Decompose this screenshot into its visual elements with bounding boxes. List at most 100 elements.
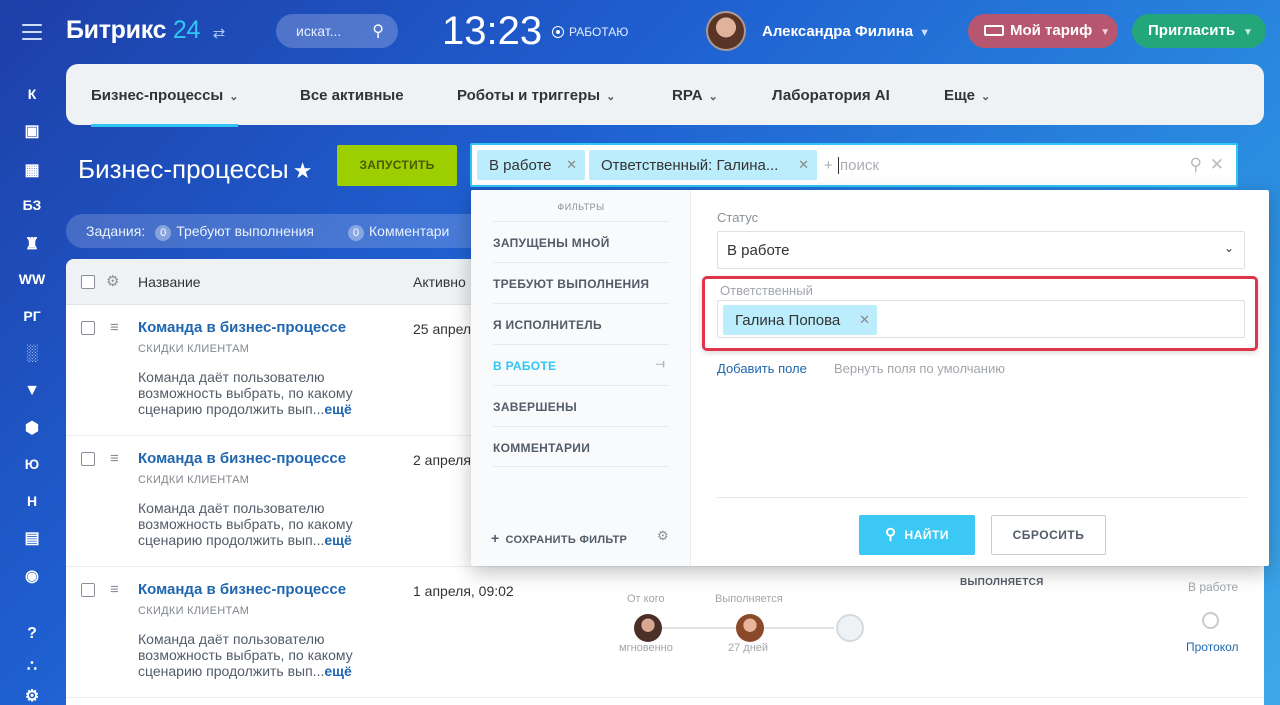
nav-rpa[interactable]: RPA ⌄ xyxy=(672,87,718,104)
sitemap-icon[interactable]: ∴ xyxy=(0,656,64,676)
protocol-link[interactable]: Протокол xyxy=(1186,640,1239,654)
filter-search-bar[interactable]: В работе ✕ Ответственный: Галина... ✕ + по… xyxy=(470,143,1238,187)
hexagon-icon[interactable]: ⬢ xyxy=(0,418,64,438)
row-title-link[interactable]: Команда в бизнес-процессе xyxy=(138,581,346,598)
close-icon[interactable]: ✕ xyxy=(859,312,870,328)
rail-item-k[interactable]: К xyxy=(0,86,64,102)
more-link[interactable]: ещё xyxy=(324,401,351,417)
column-name[interactable]: Название xyxy=(138,274,201,290)
search-icon[interactable]: ⚲ xyxy=(1190,155,1202,175)
star-icon[interactable]: ★ xyxy=(293,158,313,183)
status-value: В работе xyxy=(727,242,790,259)
more-link[interactable]: ещё xyxy=(324,532,351,548)
save-filter-button[interactable]: + СОХРАНИТЬ ФИЛЬТР xyxy=(491,530,627,546)
switch-icon[interactable]: ⇄ xyxy=(213,25,226,42)
preset-comments[interactable]: КОММЕНТАРИИ xyxy=(493,426,669,467)
nav-label: Бизнес-процессы xyxy=(91,87,224,104)
global-search[interactable]: искат... ⚲ xyxy=(276,14,398,48)
box-icon[interactable]: ▣ xyxy=(0,121,64,141)
drag-handle-icon[interactable]: ≡ xyxy=(110,319,119,336)
tasks-label: Задания: xyxy=(86,223,146,239)
gear-icon[interactable]: ⚙ xyxy=(106,272,119,290)
responsible-input[interactable]: Галина Попова ✕ xyxy=(717,300,1245,338)
status-select[interactable]: В работе ⌄ xyxy=(717,231,1245,269)
preset-started-by-me[interactable]: ЗАПУЩЕНЫ МНОЙ xyxy=(493,221,669,262)
search-input[interactable]: поиск xyxy=(838,157,879,174)
settings-icon[interactable]: ⚙ xyxy=(0,686,64,705)
add-field-link[interactable]: Добавить поле xyxy=(717,361,807,376)
funnel-icon[interactable]: ▼ xyxy=(0,382,64,400)
row-checkbox[interactable] xyxy=(81,583,95,597)
nav-robots-triggers[interactable]: Роботы и триггеры ⌄ xyxy=(457,87,615,104)
row-title-link[interactable]: Команда в бизнес-процессе xyxy=(138,450,346,467)
work-status[interactable]: РАБОТАЮ xyxy=(552,25,628,39)
preset-i-am-executor[interactable]: Я ИСПОЛНИТЕЛЬ xyxy=(493,303,669,344)
chevron-down-icon: ⌄ xyxy=(229,91,239,103)
filter-fields: Статус В работе ⌄ Ответственный Галина П… xyxy=(692,190,1269,566)
select-all-checkbox[interactable] xyxy=(81,275,95,289)
global-search-placeholder: искат... xyxy=(296,23,342,39)
nav-all-active[interactable]: Все активные xyxy=(300,87,404,104)
presentation-icon[interactable]: ▤ xyxy=(0,528,64,548)
drag-handle-icon[interactable]: ≡ xyxy=(110,450,119,467)
bank-icon[interactable]: ♜ xyxy=(0,234,64,254)
row-checkbox[interactable] xyxy=(81,452,95,466)
chip-label: Ответственный: Галина... xyxy=(601,157,779,174)
preset-in-work[interactable]: В РАБОТЕ ⟞ xyxy=(493,344,669,385)
drag-handle-icon[interactable]: ≡ xyxy=(110,581,119,598)
user-name: Александра Филина xyxy=(762,23,914,40)
rail-item-n[interactable]: Н xyxy=(0,493,64,509)
row-description-text: Команда даёт пользователю возможность вы… xyxy=(138,369,353,417)
help-icon[interactable]: ? xyxy=(0,625,64,643)
executor-avatar[interactable] xyxy=(736,614,764,642)
chip-label: В работе xyxy=(489,157,552,174)
row-checkbox[interactable] xyxy=(81,321,95,335)
rail-item-yu[interactable]: Ю xyxy=(0,456,64,472)
nav-ai-lab[interactable]: Лаборатория AI xyxy=(772,87,890,104)
clear-icon[interactable]: ✕ xyxy=(1210,155,1224,175)
find-button[interactable]: ⚲ НАЙТИ xyxy=(859,515,975,555)
user-menu[interactable]: Александра Филина ▼ xyxy=(762,23,930,40)
gear-icon[interactable]: ⚙ xyxy=(657,528,669,544)
sender-avatar[interactable] xyxy=(634,614,662,642)
close-icon[interactable]: ✕ xyxy=(798,157,809,173)
responsible-chip[interactable]: Галина Попова ✕ xyxy=(723,305,877,335)
invite-button[interactable]: Пригласить ▼ xyxy=(1132,14,1266,48)
row-title-link[interactable]: Команда в бизнес-процессе xyxy=(138,319,346,336)
nav-business-processes[interactable]: Бизнес-процессы ⌄ xyxy=(91,87,239,127)
preset-requires-action[interactable]: ТРЕБУЮТ ВЫПОЛНЕНИЯ xyxy=(493,262,669,303)
tasks-comments-link[interactable]: Комментари xyxy=(369,223,449,239)
rail-item-ww[interactable]: WW xyxy=(0,271,64,287)
tariff-button[interactable]: Мой тариф ▼ xyxy=(968,14,1118,48)
nav-label: Роботы и триггеры xyxy=(457,87,601,104)
calendar-icon[interactable]: ▦ xyxy=(0,160,64,180)
row-description: Команда даёт пользователю возможность вы… xyxy=(138,631,388,679)
preset-finished[interactable]: ЗАВЕРШЕНЫ xyxy=(493,385,669,426)
nav-more[interactable]: Еще ⌄ xyxy=(944,87,990,104)
row-description: Команда даёт пользователю возможность вы… xyxy=(138,369,388,417)
column-active[interactable]: Активно xyxy=(413,274,466,290)
process-flow: От кого Выполняется мгновенно 27 дней ВЫ… xyxy=(596,577,1256,687)
user-avatar[interactable] xyxy=(706,11,746,51)
menu-icon[interactable] xyxy=(22,24,42,45)
filter-chip-status[interactable]: В работе ✕ xyxy=(477,150,585,180)
brand-logo[interactable]: Битрикс 24 ⇄ xyxy=(66,16,225,45)
more-link[interactable]: ещё xyxy=(324,663,351,679)
pin-icon[interactable]: ⟞ xyxy=(656,358,665,371)
nav-label: Все активные xyxy=(300,87,404,104)
tasks-required-link[interactable]: Требуют выполнения xyxy=(176,223,314,239)
rail-item-rg[interactable]: РГ xyxy=(0,308,64,324)
chart-icon[interactable]: ░ xyxy=(0,345,64,363)
restore-fields-link[interactable]: Вернуть поля по умолчанию xyxy=(834,361,1005,376)
reset-button[interactable]: СБРОСИТЬ xyxy=(991,515,1106,555)
search-icon[interactable]: ⚲ xyxy=(372,21,384,41)
row-description: Команда даёт пользователю возможность вы… xyxy=(138,500,388,548)
chevron-down-icon: ▼ xyxy=(1100,27,1111,38)
page-title: Бизнес-процессы ★ xyxy=(78,154,312,185)
chevron-circle-icon[interactable]: ◉ xyxy=(0,566,64,586)
rail-item-bz[interactable]: БЗ xyxy=(0,197,64,213)
run-button[interactable]: ЗАПУСТИТЬ xyxy=(337,145,457,186)
filter-chip-responsible[interactable]: Ответственный: Галина... ✕ xyxy=(589,150,817,180)
close-icon[interactable]: ✕ xyxy=(566,157,577,173)
row-description-text: Команда даёт пользователю возможность вы… xyxy=(138,500,353,548)
